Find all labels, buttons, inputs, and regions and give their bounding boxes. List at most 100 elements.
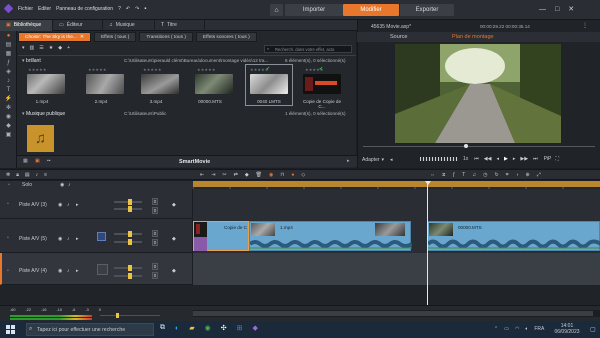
- language-indicator[interactable]: FRA: [534, 326, 544, 332]
- windows-start-icon[interactable]: [6, 325, 15, 334]
- play-icon[interactable]: ▶: [504, 156, 508, 162]
- color-icon[interactable]: ◑: [516, 172, 519, 178]
- tray-chevron-icon[interactable]: ⌃: [494, 326, 498, 332]
- game-icon[interactable]: ✣: [221, 324, 227, 332]
- timeline-clip[interactable]: Copie de C: [193, 221, 249, 251]
- rating-stars[interactable]: ★★★★★: [88, 67, 107, 72]
- audio-icon[interactable]: ♪: [0, 76, 17, 85]
- pan-handle[interactable]: [128, 206, 132, 212]
- undo-icon[interactable]: ↶: [126, 6, 130, 12]
- close-tab-icon[interactable]: ✕: [80, 35, 84, 40]
- track-lane-3[interactable]: [193, 189, 600, 219]
- music-folder-thumb[interactable]: ♫: [27, 125, 54, 152]
- tab-transitions[interactable]: Transitions ( tous ): [139, 32, 193, 42]
- video-icon[interactable]: ▤: [0, 40, 17, 49]
- rotate-icon[interactable]: ↻: [494, 172, 498, 178]
- video-preview[interactable]: [395, 44, 561, 143]
- collapse-icon[interactable]: ▾: [22, 58, 25, 64]
- lock-icon[interactable]: ▫: [7, 235, 9, 241]
- speaker-icon[interactable]: ♪: [68, 182, 71, 188]
- menu-control-panel[interactable]: Panneau de configuration: [56, 6, 113, 12]
- rating-stars[interactable]: ★★★★★: [143, 67, 162, 72]
- speaker-icon[interactable]: ♪: [67, 236, 70, 242]
- media-folder-icon[interactable]: ●: [0, 31, 17, 40]
- help-icon[interactable]: ?: [118, 6, 121, 12]
- frame-forward-icon[interactable]: ▸: [513, 156, 516, 162]
- delete-icon[interactable]: 🗑︎: [256, 172, 262, 178]
- keyframe-icon[interactable]: ◇: [301, 172, 305, 178]
- pan-value[interactable]: 0: [152, 207, 158, 214]
- expand-icon[interactable]: ⤢: [537, 172, 541, 178]
- keyframe-icon[interactable]: ◆: [172, 236, 176, 242]
- pan-value[interactable]: 0: [152, 272, 158, 279]
- track-icon[interactable]: ≡: [44, 172, 47, 178]
- disc-icon[interactable]: ◉: [0, 112, 17, 121]
- tab-effects[interactable]: Effets ( tous ): [93, 32, 137, 42]
- menu-edit[interactable]: Editer: [38, 6, 51, 12]
- tab-library[interactable]: ▣ Bibliothèque: [0, 19, 53, 31]
- size-icon[interactable]: ▪▪: [47, 158, 51, 164]
- jog-wheel[interactable]: [420, 157, 458, 161]
- volume-handle[interactable]: [128, 231, 132, 237]
- eye-icon[interactable]: ◉: [58, 268, 62, 274]
- transition-icon[interactable]: ◈: [0, 67, 17, 76]
- clock[interactable]: 14:01 06/09/2023: [552, 323, 582, 335]
- arrow-tool-icon[interactable]: ⇤: [200, 172, 204, 178]
- volume-value[interactable]: 0: [152, 198, 158, 205]
- rating-stars[interactable]: ★★★★★: [197, 67, 216, 72]
- solo-icon[interactable]: ▸: [76, 202, 79, 208]
- task-view-icon[interactable]: ⧉: [160, 324, 165, 332]
- eye-icon[interactable]: ◉: [58, 202, 62, 208]
- volume-handle[interactable]: [128, 199, 132, 205]
- tab-music[interactable]: ♫ Musique: [103, 19, 155, 31]
- fx-icon[interactable]: ƒ: [453, 172, 456, 178]
- transition-icon[interactable]: ⧖: [442, 172, 446, 178]
- wifi-icon[interactable]: ◠: [515, 326, 519, 332]
- lock-icon[interactable]: ▫: [7, 201, 9, 207]
- dynamic-trim-icon[interactable]: ⇔: [430, 172, 435, 178]
- record-icon[interactable]: ●: [291, 172, 294, 178]
- media-thumb-4[interactable]: [195, 74, 233, 94]
- marker-icon[interactable]: ◆: [245, 172, 249, 178]
- audio-mixer-icon[interactable]: ♪: [36, 172, 39, 178]
- playhead[interactable]: [427, 181, 428, 305]
- home-button[interactable]: ⌂: [270, 4, 283, 16]
- timeline-ruler[interactable]: [193, 181, 600, 189]
- add-icon[interactable]: +: [67, 45, 70, 51]
- keyframe-icon[interactable]: ◆: [172, 268, 176, 274]
- solo-icon[interactable]: ▸: [76, 268, 79, 274]
- playhead-handle[interactable]: [425, 181, 431, 185]
- text-icon[interactable]: T: [0, 85, 17, 94]
- pinnacle-app-icon[interactable]: ◆: [252, 324, 257, 332]
- export-button[interactable]: Exporter: [400, 4, 454, 16]
- speed-icon[interactable]: ◷: [483, 172, 487, 178]
- eye-icon[interactable]: ◉: [58, 236, 62, 242]
- fx-icon[interactable]: ƒ: [0, 58, 17, 67]
- media-thumb-5[interactable]: [250, 74, 288, 94]
- timeline-scrollbar[interactable]: [193, 310, 600, 317]
- crop-icon[interactable]: ⌗: [506, 172, 509, 178]
- star-filter-icon[interactable]: ★: [49, 45, 53, 51]
- volume-icon[interactable]: ◂: [390, 157, 393, 163]
- tag-icon[interactable]: ◆: [58, 45, 62, 51]
- photo-icon[interactable]: ▦: [0, 49, 17, 58]
- speed-dropdown[interactable]: 1x: [463, 156, 468, 162]
- eye-icon[interactable]: ◉: [60, 182, 64, 188]
- view-icon[interactable]: ▥: [30, 45, 35, 51]
- library-search-input[interactable]: ⌕ Recherch. dans votre effet, acto: [264, 45, 352, 53]
- lock-icon[interactable]: ▫: [8, 182, 10, 188]
- zoom-handle[interactable]: [116, 313, 119, 318]
- fit-dropdown[interactable]: Adapter: [362, 157, 380, 163]
- preview-scrub-handle[interactable]: [464, 144, 468, 148]
- solo-icon[interactable]: ▸: [76, 236, 79, 242]
- ripple-icon[interactable]: ⇄: [234, 172, 238, 178]
- tab-title[interactable]: T Titre: [155, 19, 205, 31]
- split-icon[interactable]: ✂: [222, 172, 226, 178]
- notification-icon[interactable]: ▢: [590, 326, 596, 333]
- snap-icon[interactable]: ◉: [269, 172, 273, 178]
- minimize-icon[interactable]: —: [539, 6, 546, 13]
- media-thumb-6[interactable]: [303, 74, 341, 94]
- sort-icon[interactable]: ☰: [39, 45, 43, 51]
- chevron-down-icon[interactable]: ▾: [382, 157, 385, 163]
- tab-collection[interactable]: Choisir: The Sky is the... ✕: [18, 32, 91, 42]
